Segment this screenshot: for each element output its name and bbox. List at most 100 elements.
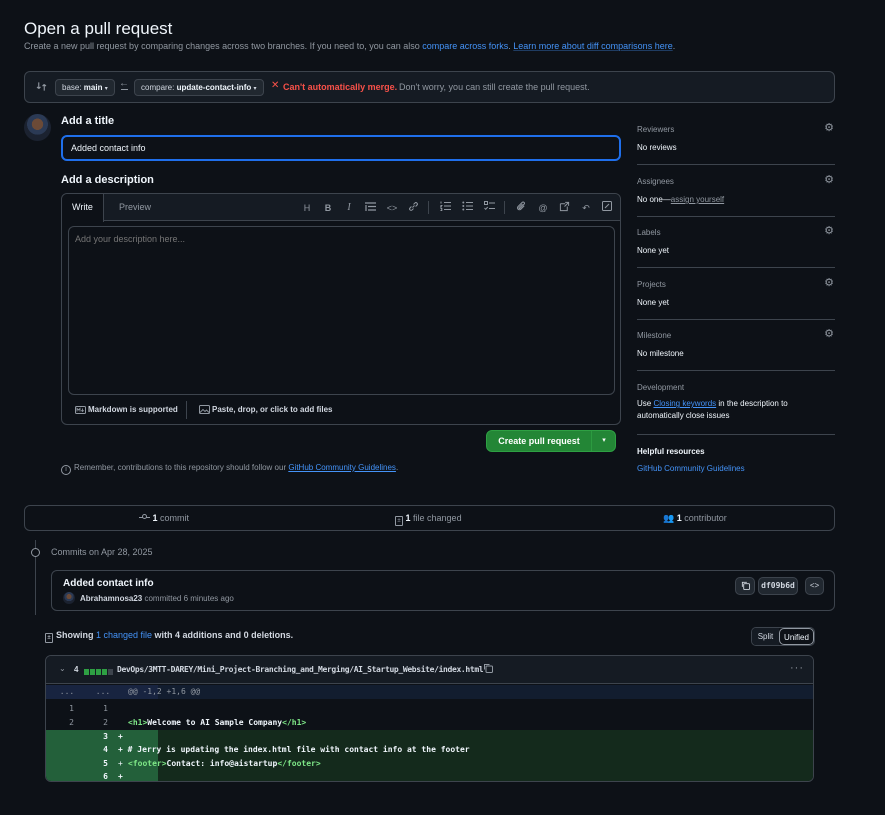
stat-files[interactable]: ± 1 file changed (395, 513, 462, 526)
diff-summary: ± Showing 1 changed file with 4 additions… (45, 630, 293, 643)
gear-icon[interactable]: ⚙ (823, 174, 835, 186)
bold-icon[interactable]: B (321, 201, 335, 215)
copy-icon[interactable] (483, 663, 493, 675)
commits-date: Commits on Apr 28, 2025 (51, 547, 153, 557)
hunk-expand-right[interactable]: ... (86, 685, 120, 699)
cross-reference-icon[interactable] (557, 201, 571, 215)
tab-write[interactable]: Write (62, 194, 104, 222)
summary-end: . (290, 630, 294, 640)
old-line-number[interactable]: 2 (52, 716, 74, 730)
title-input[interactable] (61, 135, 621, 161)
arrow-underline (121, 89, 128, 90)
attach-files-button[interactable]: Paste, drop, or click to add files (212, 405, 332, 414)
link-icon[interactable] (406, 201, 420, 215)
changed-file-link[interactable]: 1 changed file (96, 630, 152, 640)
new-line-number[interactable]: 4 (86, 743, 108, 757)
learn-more-link[interactable]: Learn more about diff comparisons here (513, 41, 672, 51)
new-line-number[interactable]: 6 (86, 770, 108, 781)
create-pull-request-button[interactable]: Create pull request ▾ (486, 430, 616, 452)
kebab-menu-icon[interactable]: ··· (790, 662, 804, 674)
heading-icon[interactable]: H (300, 201, 314, 215)
commit-sha-button[interactable]: df09b6d (758, 577, 798, 595)
commit-author[interactable]: Abrahamnosa23 (80, 594, 142, 603)
diff-file-path[interactable]: DevOps/3MTT-DAREY/Mini_Project-Branching… (117, 665, 484, 674)
files-label: file changed (410, 513, 462, 523)
development-label: Development (637, 383, 685, 392)
chevron-down-icon[interactable]: ▾ (593, 431, 615, 451)
markdown-note[interactable]: Markdown is supported (88, 405, 178, 414)
contributors-label: contributor (681, 513, 727, 523)
projects-label: Projects (637, 280, 666, 289)
assignees-value: No one—assign yourself (637, 195, 835, 204)
code-icon[interactable]: <> (385, 201, 399, 215)
new-line-number[interactable]: 3 (86, 730, 108, 744)
compare-branch-button[interactable]: compare: update-contact-info ▾ (134, 79, 264, 96)
gear-icon[interactable]: ⚙ (823, 328, 835, 340)
commit-title[interactable]: Added contact info (63, 578, 154, 589)
copy-icon[interactable] (735, 577, 755, 595)
task-list-icon[interactable] (482, 201, 496, 215)
quote-icon[interactable] (363, 201, 377, 215)
split-view-button[interactable]: Split (752, 628, 779, 645)
diff-line-added: 5 + <footer>Contact: info@aistartup</foo… (46, 756, 813, 771)
italic-icon[interactable]: I (342, 201, 356, 215)
compare-label: compare: (141, 83, 177, 92)
stat-contributors[interactable]: 👥 1 contributor (663, 513, 727, 524)
ordered-list-icon[interactable] (438, 201, 452, 215)
chevron-down-icon[interactable]: ⌄ (59, 664, 66, 673)
closing-keywords-link[interactable]: Closing keywords (653, 399, 716, 408)
sidebar-milestone: Milestone ⚙ No milestone (637, 328, 835, 371)
gear-icon[interactable]: ⚙ (823, 122, 835, 134)
description-textarea[interactable] (68, 226, 615, 395)
projects-value: None yet (637, 298, 670, 307)
unordered-list-icon[interactable] (460, 201, 474, 215)
old-line-number[interactable]: 1 (52, 702, 74, 716)
code-line: + (118, 731, 123, 741)
markdown-icon (75, 406, 86, 416)
toolbar-divider (428, 201, 429, 214)
arrow-left-icon: ← (119, 78, 129, 89)
new-line-number[interactable]: 2 (86, 716, 108, 730)
author-avatar (63, 592, 75, 604)
undo-icon[interactable]: ↶ (579, 201, 593, 215)
compare-forks-link[interactable]: compare across forks (422, 41, 508, 51)
unified-view-button[interactable]: Unified (779, 628, 814, 645)
fullscreen-icon[interactable] (600, 201, 614, 215)
summary-middle: with (152, 630, 176, 640)
sidebar-guidelines-link[interactable]: GitHub Community Guidelines (637, 464, 745, 473)
assign-yourself-link[interactable]: assign yourself (671, 195, 724, 204)
info-icon: i (61, 465, 71, 475)
gear-icon[interactable]: ⚙ (823, 277, 835, 289)
diff-line-added: 6 + (46, 770, 813, 781)
new-line-number[interactable]: 1 (86, 702, 108, 716)
gear-icon[interactable]: ⚙ (823, 225, 835, 237)
create-pull-request-label[interactable]: Create pull request (487, 431, 591, 451)
hunk-expand-left[interactable]: ... (50, 685, 84, 699)
mention-icon[interactable]: @ (536, 201, 550, 215)
labels-value: None yet (637, 246, 670, 255)
diff-line: 1 1 (46, 702, 813, 716)
development-text: Use Closing keywords in the description … (637, 398, 807, 422)
button-divider (591, 431, 592, 451)
plus-sign: + (118, 758, 123, 768)
stat-commits[interactable]: 1 commit (139, 513, 189, 523)
commits-label: commit (157, 513, 190, 523)
diff-line-added: 4 + # Jerry is updating the index.html f… (46, 743, 813, 757)
image-icon (199, 405, 210, 416)
community-guidelines-link[interactable]: GitHub Community Guidelines (288, 463, 396, 472)
paperclip-icon[interactable] (514, 201, 528, 215)
browse-code-icon[interactable]: <> (805, 577, 824, 595)
assignees-label: Assignees (637, 177, 674, 186)
code-tag: </footer> (277, 758, 321, 768)
compare-branch: update-contact-info (176, 83, 252, 92)
diffstat-bar (84, 666, 114, 676)
base-branch-button[interactable]: base: main ▾ (55, 79, 115, 96)
new-line-number[interactable]: 5 (86, 757, 108, 771)
diff-hunk-row: ... ... @@ -1,2 +1,6 @@ (46, 685, 813, 699)
compare-bar: base: main ▾ ← compare: update-contact-i… (24, 71, 835, 103)
sidebar-development: Development Use Closing keywords in the … (637, 383, 835, 435)
sidebar-assignees: Assignees ⚙ No one—assign yourself (637, 174, 835, 217)
tab-preview[interactable]: Preview (109, 194, 161, 222)
base-branch: main (83, 83, 103, 92)
remember-end: . (395, 463, 399, 472)
